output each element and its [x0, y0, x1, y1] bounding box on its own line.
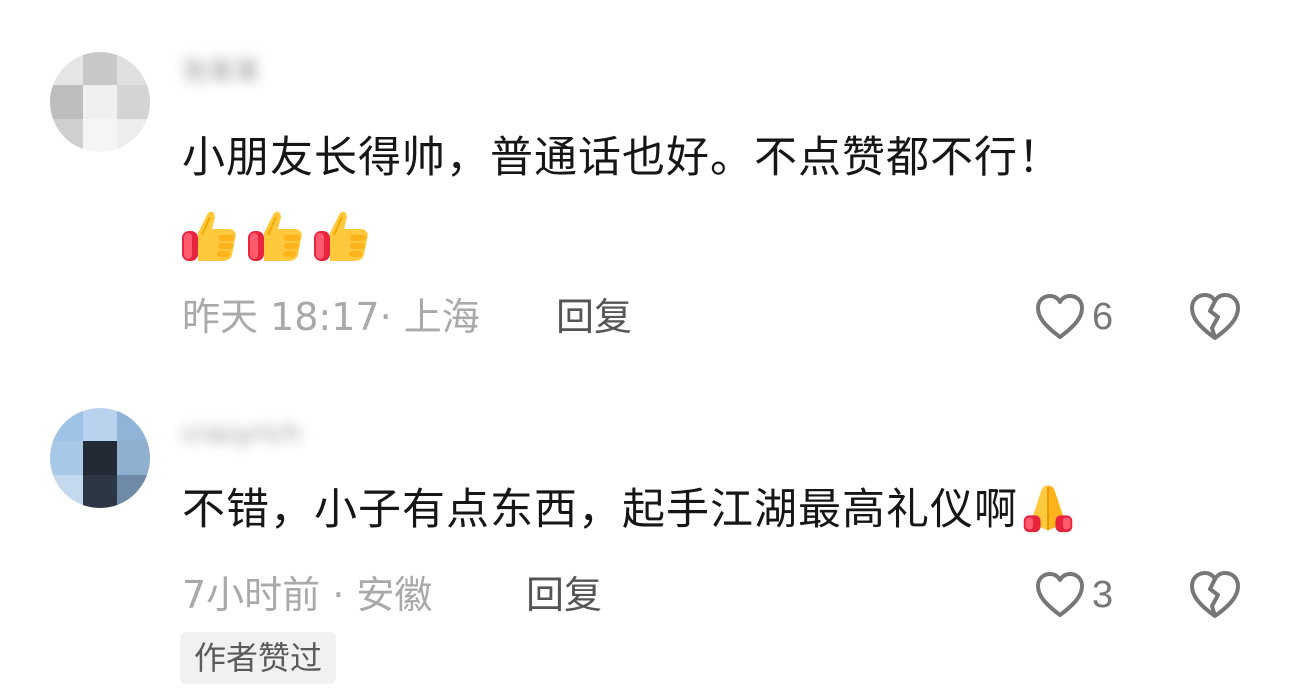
avatar[interactable] [50, 408, 150, 508]
comment-text-body: 不错，小子有点东西，起手江湖最高礼仪啊 [182, 485, 1018, 535]
heart-outline-icon [1036, 294, 1084, 339]
comment-timestamp-location: 昨天 18:17· 上海 [182, 295, 480, 339]
comment-item: crazyrich 不错，小子有点东西，起手江湖最高礼仪啊 7小时前 · 安徽 … [0, 390, 1290, 688]
thumbs-up-emoji [248, 211, 302, 261]
comment-item: 张某某 小朋友长得帅，普通话也好。不点赞都不行！ 昨天 18:17· 上海 回复… [0, 0, 1290, 370]
avatar[interactable] [50, 52, 150, 152]
broken-heart-icon[interactable] [1188, 570, 1242, 620]
username[interactable]: crazyrich [182, 418, 422, 450]
comment-text: 不错，小子有点东西，起手江湖最高礼仪啊 [182, 478, 1076, 538]
like-button[interactable]: 3 [1034, 570, 1113, 620]
like-count: 6 [1092, 295, 1114, 338]
author-liked-badge: 作者赞过 [180, 632, 337, 684]
emoji-row [180, 205, 372, 267]
thumbs-up-emoji [314, 211, 368, 261]
broken-heart-icon[interactable] [1188, 292, 1242, 342]
comment-timestamp-location: 7小时前 · 安徽 [182, 573, 433, 617]
like-count: 3 [1092, 573, 1114, 616]
like-button[interactable]: 6 [1034, 292, 1113, 342]
reply-button[interactable]: 回复 [526, 570, 602, 620]
avatar-mosaic [50, 408, 150, 508]
username[interactable]: 张某某 [182, 56, 422, 88]
reply-button[interactable]: 回复 [556, 292, 632, 342]
comment-text: 小朋友长得帅，普通话也好。不点赞都不行！ [182, 133, 1062, 183]
folded-hands-emoji [1023, 485, 1073, 533]
thumbs-up-emoji [182, 211, 236, 261]
avatar-mosaic [50, 52, 150, 152]
heart-outline-icon [1036, 572, 1084, 617]
